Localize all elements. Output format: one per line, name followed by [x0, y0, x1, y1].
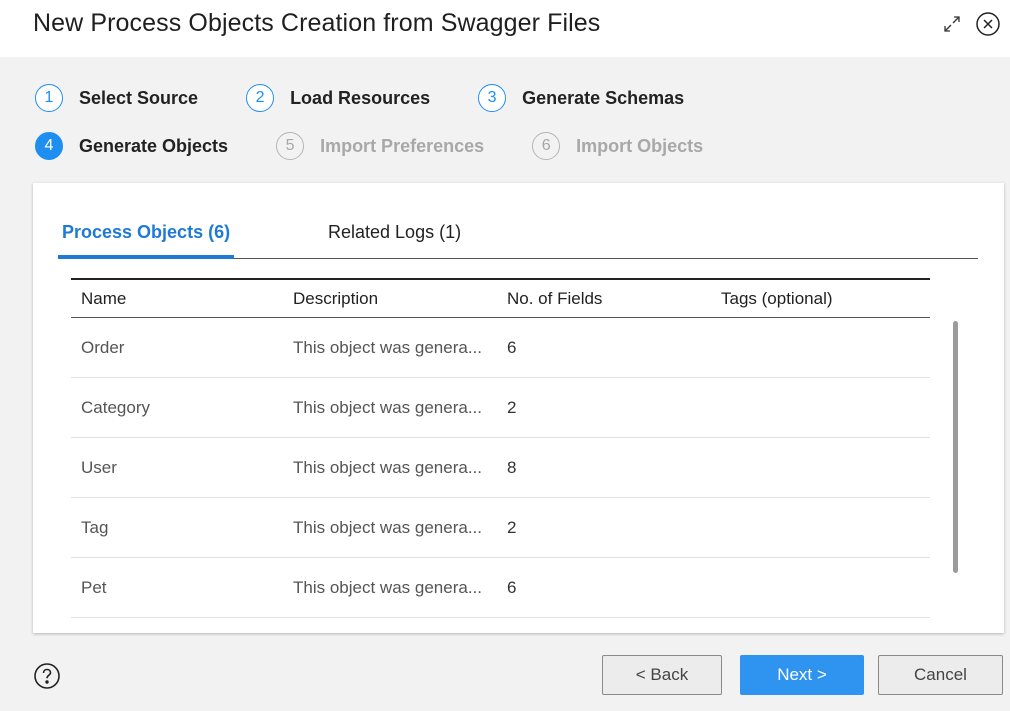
cell-description: This object was genera... — [293, 337, 482, 357]
back-button[interactable]: < Back — [602, 655, 722, 695]
cell-name: Tag — [81, 517, 109, 537]
cell-description: This object was genera... — [293, 397, 482, 417]
cell-description: This object was genera... — [293, 577, 482, 597]
table-row[interactable]: Pet This object was genera... 6 — [71, 558, 930, 618]
step-import-objects: 6 Import Objects — [532, 132, 703, 160]
column-header-name[interactable]: Name — [71, 289, 283, 309]
step-label: Select Source — [79, 87, 199, 108]
cell-name: Pet — [81, 577, 107, 597]
table-header: Name Description No. of Fields Tags (opt… — [71, 280, 930, 318]
step-number: 2 — [246, 84, 275, 112]
step-label: Import Objects — [576, 135, 704, 156]
column-header-description[interactable]: Description — [283, 289, 497, 309]
content-card: Process Objects (6) Related Logs (1) Nam… — [33, 183, 1004, 633]
step-number: 6 — [532, 132, 561, 160]
step-generate-objects[interactable]: 4 Generate Objects — [35, 132, 228, 160]
cell-description: This object was genera... — [293, 517, 482, 537]
cell-fields: 8 — [507, 457, 517, 477]
column-header-tags[interactable]: Tags (optional) — [711, 289, 930, 309]
table-row[interactable]: User This object was genera... 8 — [71, 438, 930, 498]
table-scrollbar[interactable] — [953, 321, 958, 573]
tab-process-objects[interactable]: Process Objects (6) — [58, 219, 235, 259]
cell-name: User — [81, 457, 117, 477]
step-number: 1 — [35, 84, 63, 112]
close-icon[interactable] — [974, 10, 1002, 38]
cell-description: This object was genera... — [293, 457, 482, 477]
tab-bar: Process Objects (6) Related Logs (1) — [58, 219, 978, 259]
step-number: 5 — [276, 132, 305, 160]
help-icon[interactable] — [33, 662, 61, 690]
cell-fields: 2 — [507, 517, 517, 537]
cell-fields: 2 — [507, 397, 517, 417]
step-import-preferences: 5 Import Preferences — [276, 132, 484, 160]
table-row[interactable]: Order This object was genera... 6 — [71, 318, 930, 378]
wizard-steps: 1 Select Source 2 Load Resources 3 Gener… — [35, 83, 995, 161]
step-select-source[interactable]: 1 Select Source — [35, 84, 198, 112]
step-load-resources[interactable]: 2 Load Resources — [246, 84, 430, 112]
table-row[interactable]: Tag This object was genera... 2 — [71, 498, 930, 558]
step-label: Import Preferences — [320, 135, 485, 156]
cell-fields: 6 — [507, 337, 517, 357]
cancel-button[interactable]: Cancel — [878, 655, 1003, 695]
dialog-title: New Process Objects Creation from Swagge… — [33, 9, 601, 37]
step-number: 3 — [478, 84, 507, 112]
tab-related-logs[interactable]: Related Logs (1) — [328, 219, 461, 259]
step-label: Load Resources — [290, 87, 431, 108]
process-objects-table: Name Description No. of Fields Tags (opt… — [71, 278, 930, 618]
cell-name: Category — [81, 397, 150, 417]
step-number: 4 — [35, 132, 63, 160]
title-actions — [938, 10, 1002, 38]
cell-fields: 6 — [507, 577, 517, 597]
step-label: Generate Schemas — [522, 87, 685, 108]
step-generate-schemas[interactable]: 3 Generate Schemas — [478, 84, 684, 112]
table-row[interactable]: Category This object was genera... 2 — [71, 378, 930, 438]
column-header-fields[interactable]: No. of Fields — [497, 289, 711, 309]
step-label: Generate Objects — [79, 135, 229, 156]
expand-icon[interactable] — [938, 10, 966, 38]
cell-name: Order — [81, 337, 125, 357]
next-button[interactable]: Next > — [740, 655, 864, 695]
